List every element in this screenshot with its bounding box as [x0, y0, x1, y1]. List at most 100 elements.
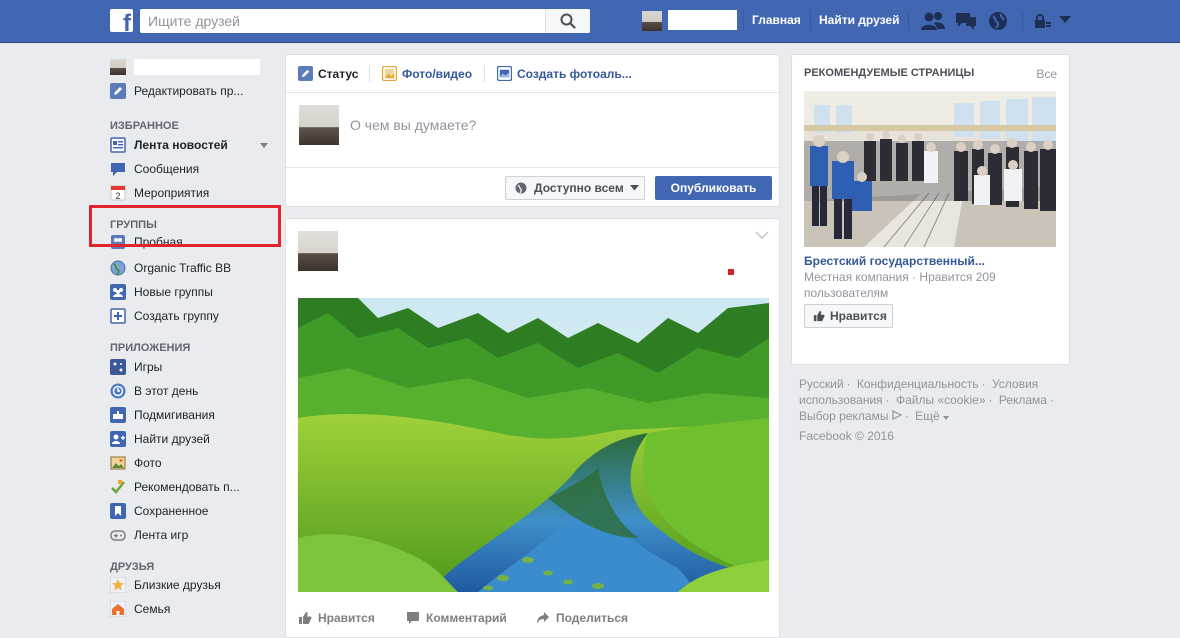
messages-icon[interactable]	[954, 10, 978, 32]
footer-links: Русский · Конфиденциальность · Условия исп…	[799, 377, 1054, 423]
tab-separator	[369, 65, 370, 82]
new-groups-icon	[110, 284, 126, 300]
search-button[interactable]	[545, 9, 590, 33]
sidebar-item-events[interactable]: 2 Мероприятия	[110, 183, 280, 203]
messages-icon	[110, 161, 126, 177]
search-box	[140, 9, 590, 33]
sidebar-item-label: Создать группу	[134, 309, 219, 323]
sidebar-item-on-this-day[interactable]: В этот день	[110, 381, 280, 401]
account-menu-arrow-icon[interactable]	[1059, 16, 1071, 24]
sidebar-item-edit-profile[interactable]: Редактировать пр...	[110, 81, 280, 101]
privacy-shortcuts-icon[interactable]	[1033, 13, 1051, 29]
sidebar-item-label: Редактировать пр...	[134, 84, 244, 98]
sidebar-profile-name	[134, 59, 260, 75]
home-link[interactable]: Главная	[752, 13, 801, 27]
saved-icon	[110, 503, 126, 519]
recommended-page-photo[interactable]	[804, 91, 1056, 247]
sidebar-item-games-feed[interactable]: Лента игр	[110, 525, 280, 545]
favorites-heading: ИЗБРАННОЕ	[110, 120, 179, 132]
footer-link-ad-choices[interactable]: Выбор рекламы	[799, 409, 888, 423]
sidebar-item-organic-traffic[interactable]: Organic Traffic BB	[110, 258, 280, 278]
apps-heading: ПРИЛОЖЕНИЯ	[110, 342, 191, 354]
like-page-button[interactable]: Нравится	[804, 304, 893, 328]
post-options-chevron-icon[interactable]	[755, 231, 769, 240]
thumbs-up-icon	[813, 310, 825, 322]
post-image-landscape[interactable]	[298, 298, 769, 592]
find-friends-icon	[110, 431, 126, 447]
post-composer: Статус Фото/видео Создать фотоаль... О ч…	[285, 54, 780, 207]
svg-text:2: 2	[115, 191, 120, 201]
footer-link-privacy[interactable]: Конфиденциальность	[857, 377, 979, 391]
sidebar-item-pokes[interactable]: Подмигивания	[110, 405, 280, 425]
sidebar-item-label: Семья	[134, 602, 171, 616]
red-marker	[728, 269, 734, 275]
news-feed-icon	[110, 137, 126, 153]
publish-button[interactable]: Опубликовать	[655, 176, 772, 200]
post-author-avatar[interactable]	[298, 231, 338, 271]
recommended-page-meta: Местная компания · Нравится 209 пользова…	[804, 270, 996, 300]
privacy-selector-button[interactable]: Доступно всем	[505, 176, 645, 200]
sidebar-profile[interactable]	[110, 57, 280, 77]
sidebar-item-create-group[interactable]: Создать группу	[110, 306, 280, 326]
profile-avatar[interactable]	[642, 11, 662, 31]
sidebar-item-games[interactable]: Игры	[110, 357, 280, 377]
profile-name-link[interactable]	[668, 10, 737, 30]
sidebar-item-new-groups[interactable]: Новые группы	[110, 282, 280, 302]
friends-heading: ДРУЗЬЯ	[110, 561, 155, 573]
tab-photo-video[interactable]: Фото/видео	[382, 66, 472, 81]
find-friends-link[interactable]: Найти друзей	[819, 13, 899, 27]
create-group-icon	[110, 308, 126, 324]
sidebar-item-find-friends[interactable]: Найти друзей	[110, 429, 280, 449]
recommended-pages-title: РЕКОМЕНДУЕМЫЕ СТРАНИЦЫ	[804, 67, 975, 79]
recommended-page-name[interactable]: Брестский государственный...	[804, 254, 985, 268]
tab-create-album[interactable]: Создать фотоаль...	[497, 66, 632, 81]
news-feed-options-icon[interactable]	[260, 143, 268, 148]
top-bar: f Главная Найти друзей	[0, 0, 1180, 43]
footer-link-ads[interactable]: Реклама	[999, 393, 1047, 407]
composer-footer: Доступно всем Опубликовать	[286, 167, 779, 208]
sidebar-item-label: Найти друзей	[134, 432, 210, 446]
composer-input[interactable]: О чем вы думаете?	[350, 117, 476, 133]
family-icon	[110, 601, 126, 617]
sidebar-item-saved[interactable]: Сохраненное	[110, 501, 280, 521]
footer-link-more[interactable]: Ещё	[915, 409, 940, 423]
nav-separator	[743, 11, 744, 31]
search-input[interactable]	[140, 9, 540, 33]
ad-choices-icon	[892, 410, 903, 420]
sidebar-item-label: Мероприятия	[134, 186, 210, 200]
nav-separator	[1022, 11, 1023, 31]
sidebar-item-label: Рекомендовать п...	[134, 480, 240, 494]
composer-avatar	[299, 105, 339, 145]
copyright: Facebook © 2016	[799, 429, 894, 443]
album-icon	[497, 66, 512, 81]
footer-link-language[interactable]: Русский	[799, 377, 844, 391]
tab-status-label: Статус	[318, 66, 359, 81]
post-actions-bar: Нравится Комментарий Поделиться	[298, 611, 769, 631]
sidebar-item-label: Лента игр	[134, 528, 189, 542]
composer-tabs: Статус Фото/видео Создать фотоаль...	[286, 55, 779, 93]
footer-link-cookies[interactable]: Файлы «cookie»	[896, 393, 986, 407]
sidebar-item-family[interactable]: Семья	[110, 599, 280, 619]
tab-separator	[484, 65, 485, 82]
sidebar-item-recommend[interactable]: Рекомендовать п...	[110, 477, 280, 497]
sidebar-item-label: В этот день	[134, 384, 199, 398]
photo-icon	[382, 66, 397, 81]
chevron-down-icon	[943, 416, 950, 420]
sidebar-item-messages[interactable]: Сообщения	[110, 159, 280, 179]
friend-requests-icon[interactable]	[920, 10, 946, 32]
see-all-link[interactable]: Все	[1036, 67, 1057, 81]
sidebar-avatar	[110, 59, 126, 75]
sidebar-item-news-feed[interactable]: Лента новостей	[110, 135, 280, 155]
sidebar-item-photos[interactable]: Фото	[110, 453, 280, 473]
sidebar-item-label: Лента новостей	[134, 138, 228, 152]
pencil-icon	[298, 66, 313, 81]
recommended-pages-card: РЕКОМЕНДУЕМЫЕ СТРАНИЦЫ Все Брестский гос…	[791, 54, 1070, 365]
sidebar-item-close-friends[interactable]: Близкие друзья	[110, 575, 280, 595]
nav-separator	[908, 11, 909, 31]
search-icon	[560, 13, 576, 29]
recommend-icon	[110, 479, 126, 495]
notifications-globe-icon[interactable]	[987, 10, 1009, 32]
tab-status[interactable]: Статус	[298, 66, 358, 81]
facebook-logo-icon[interactable]: f	[110, 9, 133, 32]
sidebar-item-label: Сохраненное	[134, 504, 209, 518]
